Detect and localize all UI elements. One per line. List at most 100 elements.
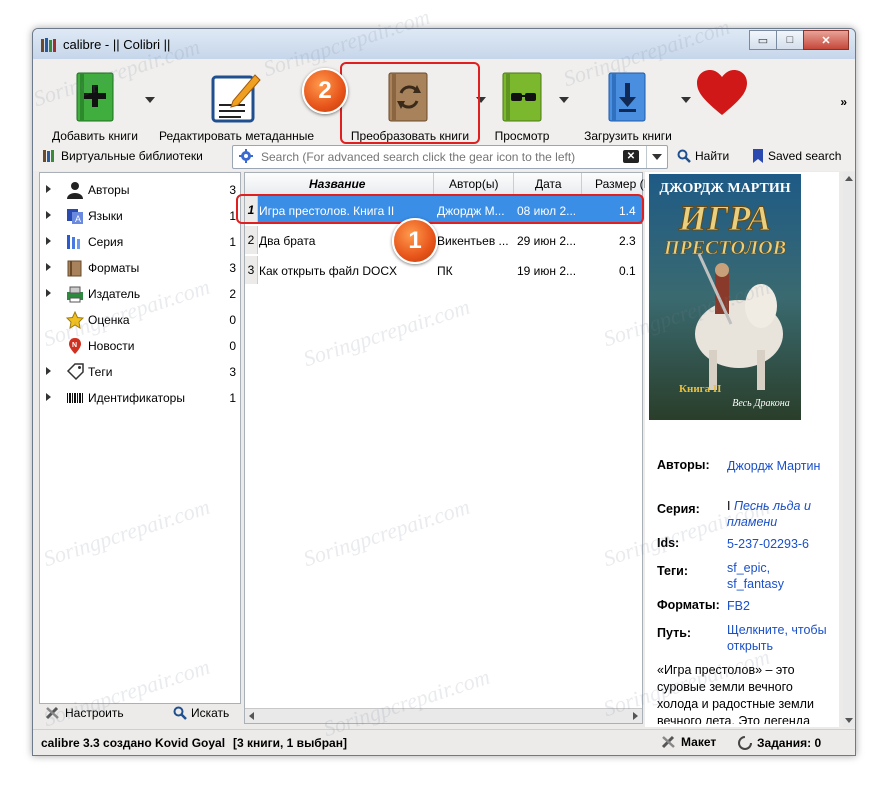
configure-button[interactable]: Настроить: [45, 706, 124, 720]
vertical-scrollbar[interactable]: [843, 172, 855, 727]
more-actions-button[interactable]: »: [840, 95, 847, 109]
tag-browser-item-label: Языки: [88, 209, 123, 223]
download-dropdown-icon[interactable]: [681, 97, 691, 103]
series-value[interactable]: I Песнь льда и пламени: [727, 498, 827, 530]
edit-metadata-label: Редактировать метаданные: [159, 129, 315, 143]
expand-arrow-icon[interactable]: [46, 393, 51, 401]
minimize-icon: ▭: [757, 34, 769, 47]
tag-browser-item-label: Новости: [88, 339, 135, 353]
title-bar: calibre - || Colibri || ▭ □ ✕: [33, 29, 855, 59]
tag-browser-item-label: Идентификаторы: [88, 391, 185, 405]
book-description: «Игра престолов» – это суровые земли веч…: [657, 663, 814, 724]
tag-browser-item[interactable]: Оценка 0: [40, 307, 240, 333]
column-date[interactable]: Дата: [535, 177, 562, 191]
tag-browser-item[interactable]: Форматы 3: [40, 255, 240, 281]
clear-search-icon[interactable]: ✕: [623, 150, 639, 163]
book-formats-icon: [66, 259, 84, 277]
row-number: 3: [245, 256, 258, 284]
download-book-icon: [608, 72, 646, 122]
authors-label: Авторы:: [657, 458, 710, 472]
tag-browser-item[interactable]: N Новости 0: [40, 333, 240, 359]
jobs-button[interactable]: Задания: 0: [737, 735, 821, 751]
barcode-icon: [66, 389, 84, 407]
jobs-label: Задания: 0: [757, 736, 822, 750]
authors-link[interactable]: Джордж Мартин: [727, 458, 827, 474]
view-dropdown-icon[interactable]: [559, 97, 569, 103]
tag-browser-item[interactable]: Издатель 2: [40, 281, 240, 307]
book-size-cell: 0.1: [619, 264, 636, 278]
column-title[interactable]: Название: [309, 177, 365, 191]
step-badge-1: 1: [392, 218, 438, 264]
download-books-button[interactable]: Загрузить книги: [579, 67, 677, 145]
donate-button[interactable]: [695, 67, 751, 127]
book-list: Название Автор(ы) Дата Размер (I 1 Игра п…: [244, 172, 647, 724]
saved-search-label: Saved search: [768, 149, 842, 163]
expand-arrow-icon[interactable]: [46, 367, 51, 375]
row-highlight-frame: [236, 194, 644, 224]
tag-browser-item-count: 0: [229, 313, 236, 327]
ids-label: Ids:: [657, 536, 680, 550]
book-cover[interactable]: ДЖОРДЖ МАРТИН ИГРА ПРЕСТОЛОВ Книга II Ве…: [649, 174, 801, 420]
selection-count: [3 книги, 1 выбран]: [233, 736, 347, 750]
tag-browser-item-count: 3: [229, 183, 236, 197]
search-box: ✕: [232, 145, 668, 169]
formats-link[interactable]: FB2: [727, 598, 827, 614]
tag-browser-item[interactable]: Теги 3: [40, 359, 240, 385]
ids-link[interactable]: 5-237-02293-6: [727, 536, 827, 552]
find-button[interactable]: Найти: [677, 149, 729, 163]
publisher-icon: [66, 285, 84, 303]
tag-browser-item[interactable]: A Языки 1: [40, 203, 240, 229]
book-details-panel: ДЖОРДЖ МАРТИН ИГРА ПРЕСТОЛОВ Книга II Ве…: [645, 172, 839, 727]
tag-browser-item[interactable]: Серия 1: [40, 229, 240, 255]
languages-icon: A: [66, 207, 84, 225]
tools-icon: [661, 735, 675, 749]
search-history-dropdown[interactable]: [646, 146, 667, 168]
virtual-libraries-button[interactable]: Виртуальные библиотеки: [43, 149, 203, 163]
book-row[interactable]: 3 Как открыть файл DOCX ПК 19 июн 2... 0.1: [245, 256, 642, 284]
horizontal-scrollbar[interactable]: [245, 708, 642, 723]
tag-browser-item[interactable]: Авторы 3: [40, 177, 240, 203]
heart-icon: [697, 70, 747, 115]
maximize-button[interactable]: □: [776, 30, 804, 50]
tag-browser-item-label: Оценка: [88, 313, 130, 327]
tag-browser-item-count: 0: [229, 339, 236, 353]
column-authors[interactable]: Автор(ы): [449, 177, 498, 191]
virtual-libraries-label: Виртуальные библиотеки: [61, 149, 203, 163]
tag-browser-item-count: 3: [229, 261, 236, 275]
book-row[interactable]: 2 Два брата Викентьев ... 29 июн 2... 2.3: [245, 226, 642, 254]
cover-book-number: Книга II: [679, 383, 721, 395]
close-button[interactable]: ✕: [803, 30, 849, 50]
tag-browser-item[interactable]: Идентификаторы 1: [40, 385, 240, 411]
expand-arrow-icon[interactable]: [46, 211, 51, 219]
series-link[interactable]: Песнь льда и пламени: [727, 499, 811, 529]
edit-metadata-button[interactable]: Редактировать метаданные: [159, 67, 315, 145]
search-input[interactable]: [259, 148, 623, 166]
view-button[interactable]: Просмотр: [487, 67, 557, 145]
series-label: Серия:: [657, 502, 700, 516]
add-books-dropdown-icon[interactable]: [145, 97, 155, 103]
expand-arrow-icon[interactable]: [46, 185, 51, 193]
expand-arrow-icon[interactable]: [46, 263, 51, 271]
book-title-cell: Как открыть файл DOCX: [259, 264, 398, 278]
tag-browser-item-label: Теги: [88, 365, 113, 379]
gear-icon[interactable]: [239, 149, 253, 163]
tag-browser: Авторы 3 A Языки 1 Серия 1 Форматы 3 Издатель 2 Оце…: [39, 172, 241, 704]
saved-search-button[interactable]: Saved search: [753, 149, 841, 163]
minimize-button[interactable]: ▭: [749, 30, 777, 50]
library-icon: [43, 150, 54, 162]
view-book-icon: [502, 72, 542, 122]
path-link[interactable]: Щелкните, чтобы открыть: [727, 622, 827, 654]
tag-find-button[interactable]: Искать: [173, 706, 229, 720]
tag-browser-item-count: 1: [229, 209, 236, 223]
maximize-icon: □: [786, 34, 794, 46]
expand-arrow-icon[interactable]: [46, 289, 51, 297]
expand-arrow-icon[interactable]: [46, 237, 51, 245]
tags-links[interactable]: sf_epic, sf_fantasy: [727, 560, 827, 592]
search-bar: Виртуальные библиотеки ✕ Найти Saved sea…: [33, 143, 855, 171]
series-number: I: [727, 499, 731, 513]
add-books-button[interactable]: Добавить книги: [47, 67, 143, 145]
layout-button[interactable]: Макет: [661, 735, 716, 749]
tag-browser-item-label: Издатель: [88, 287, 141, 301]
column-size[interactable]: Размер (I: [595, 177, 647, 191]
formats-label: Форматы:: [657, 598, 720, 612]
